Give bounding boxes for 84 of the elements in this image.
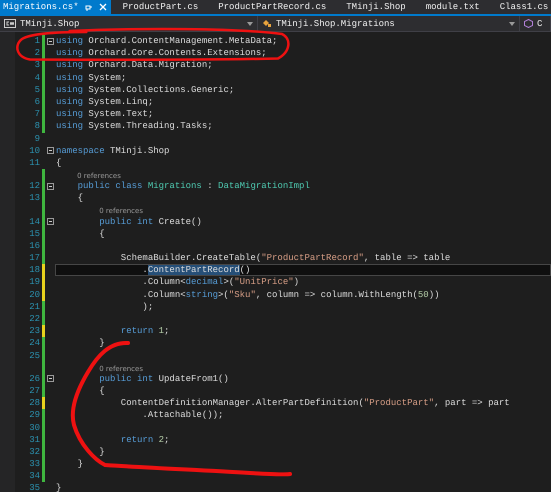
line-number: 27 xyxy=(28,386,40,396)
line-number: 19 xyxy=(28,277,40,288)
line-number: 33 xyxy=(28,459,40,470)
line-number: 16 xyxy=(28,240,40,251)
editor-tab[interactable]: TMinji.Shop xyxy=(343,0,414,14)
line-number: 8 xyxy=(34,121,40,132)
line-number: 20 xyxy=(28,290,40,300)
line-number: 29 xyxy=(28,410,40,420)
line-number: 22 xyxy=(28,314,40,324)
code-line: public class Migrations : DataMigrationImpl xyxy=(76,180,311,192)
code-line: SchemaBuilder.CreateTable("ProductPartRecord", table => table xyxy=(120,252,452,264)
code-line: using Orchard.Core.Contents.Extensions; xyxy=(55,47,268,60)
code-line: using System.Threading.Tasks; xyxy=(55,120,214,132)
line-number: 2 xyxy=(34,48,40,58)
code-line: ContentDefinitionManager.AlterPartDefinition("ProductPart", part => part xyxy=(120,397,511,410)
line-number: 24 xyxy=(28,338,40,348)
code-line: { xyxy=(98,228,106,240)
collapse-icon[interactable] xyxy=(47,182,54,190)
code-line: using System.Linq; xyxy=(55,96,154,108)
code-line: } xyxy=(98,337,106,350)
line-number: 3 xyxy=(34,60,40,70)
code-line: .Attachable()); xyxy=(141,409,224,422)
collapse-icon[interactable] xyxy=(47,147,54,154)
line-number: 11 xyxy=(28,158,40,168)
code-line: using System; xyxy=(55,72,128,84)
code-line: using System.Collections.Generic; xyxy=(55,84,236,96)
line-number: 10 xyxy=(28,146,40,156)
line-number: 28 xyxy=(28,398,40,408)
line-number: 23 xyxy=(28,326,40,336)
code-line: .Column<string>("Sku", column => column.WithLength(50)) xyxy=(141,288,441,301)
editor-tab[interactable]: Class1.cs xyxy=(496,0,551,14)
csharp-project-icon xyxy=(4,19,16,28)
code-line: public int Create() xyxy=(98,216,203,228)
code-line: } xyxy=(98,446,106,458)
navigation-dropdown[interactable]: TMinji.Shop.Migrations xyxy=(258,16,520,31)
line-number: 35 xyxy=(28,483,40,492)
code-line: return 2; xyxy=(120,434,170,446)
cube-icon xyxy=(524,19,533,28)
line-number: 32 xyxy=(28,446,40,457)
code-line: { xyxy=(98,384,106,397)
line-number: 14 xyxy=(28,216,40,227)
line-number: 34 xyxy=(28,471,40,482)
editor-tab[interactable]: ProductPartRecord.cs xyxy=(215,0,334,14)
code-line: return 1; xyxy=(120,325,170,338)
line-number: 25 xyxy=(28,350,40,361)
code-line: } xyxy=(55,482,62,492)
line-number: 21 xyxy=(28,302,40,312)
line-number: 12 xyxy=(28,181,40,192)
navigation-dropdown[interactable]: TMinji.Shop xyxy=(0,16,258,31)
code-line: using Orchard.ContentManagement.MetaData; xyxy=(55,35,278,48)
code-line: { xyxy=(76,192,84,204)
collapse-icon[interactable] xyxy=(47,38,54,45)
collapse-icon[interactable] xyxy=(47,218,54,226)
line-number: 6 xyxy=(34,97,40,108)
line-number: 26 xyxy=(28,374,40,384)
line-number: 5 xyxy=(34,84,40,95)
line-number: 4 xyxy=(34,72,40,83)
line-number: 30 xyxy=(28,422,40,433)
caret-icon xyxy=(247,22,253,26)
pin-icon[interactable] xyxy=(84,3,93,11)
code-line: .Column<decimal>("UnitPrice") xyxy=(141,276,300,288)
line-number: 31 xyxy=(28,434,40,445)
code-line: } xyxy=(76,458,84,470)
code-line: using Orchard.Data.Migration; xyxy=(55,59,214,72)
code-line: public int UpdateFrom1() xyxy=(98,372,230,385)
code-line: using System.Text; xyxy=(55,108,154,120)
editor-tab[interactable]: module.txt xyxy=(422,0,488,14)
line-number: 15 xyxy=(28,228,40,239)
code-line: { xyxy=(55,156,62,169)
line-number: 18 xyxy=(28,265,40,276)
editor-tab[interactable]: ProductPart.cs xyxy=(120,0,206,14)
line-number: 13 xyxy=(28,193,40,204)
code-line: namespace TMinji.Shop xyxy=(55,144,170,157)
caret-icon xyxy=(509,22,515,26)
navigation-dropdown[interactable]: C xyxy=(520,16,551,31)
code-line: ); xyxy=(141,300,154,313)
line-number: 1 xyxy=(34,36,40,46)
line-number: 7 xyxy=(34,109,40,120)
line-number: 9 xyxy=(34,134,40,144)
class-icon xyxy=(262,19,272,28)
close-icon[interactable] xyxy=(98,3,107,11)
line-number: 17 xyxy=(28,253,40,264)
editor-tab[interactable]: Migrations.cs* xyxy=(0,0,111,14)
collapse-icon[interactable] xyxy=(47,375,54,382)
